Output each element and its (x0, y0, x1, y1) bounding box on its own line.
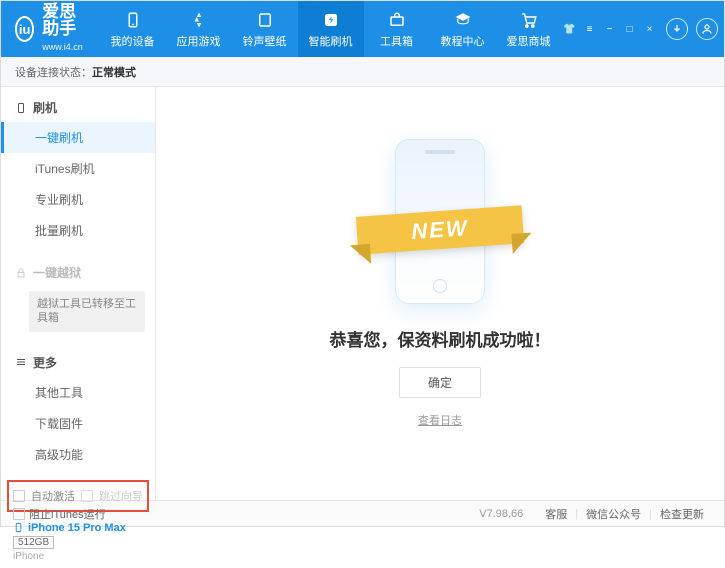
checkbox-block-itunes[interactable] (13, 508, 25, 520)
nav-label: 应用游戏 (177, 33, 221, 49)
main-nav: 我的设备 应用游戏 铃声壁纸 智能刷机 工具箱 教程中心 爱思商城 (100, 1, 562, 57)
sidebar-item-pro-flash[interactable]: 专业刷机 (1, 184, 155, 215)
sidebar: 刷机 一键刷机 iTunes刷机 专业刷机 批量刷机 一键越狱 越狱工具已转移至… (1, 87, 156, 500)
sidebar-item-advanced[interactable]: 高级功能 (1, 439, 155, 470)
nav-my-device[interactable]: 我的设备 (100, 1, 166, 57)
nav-toolbox[interactable]: 工具箱 (364, 1, 430, 57)
apps-icon (189, 10, 209, 30)
music-icon (255, 10, 275, 30)
device-type: iPhone (13, 551, 143, 562)
sidebar-item-itunes-flash[interactable]: iTunes刷机 (1, 153, 155, 184)
nav-label: 铃声壁纸 (243, 33, 287, 49)
phone-icon (123, 10, 143, 30)
device-info: iPhone 15 Pro Max 512GB iPhone (1, 516, 155, 568)
main-content: NEW 恭喜您，保资料刷机成功啦！ 确定 查看日志 (156, 87, 724, 500)
sidebar-head-more[interactable]: 更多 (1, 348, 155, 377)
window-controls: 👕 ≡ − □ × (562, 22, 658, 36)
view-log-link[interactable]: 查看日志 (418, 412, 462, 428)
maximize-icon[interactable]: □ (622, 22, 638, 36)
nav-label: 智能刷机 (309, 33, 353, 49)
status-mode: 正常模式 (92, 64, 136, 80)
nav-store[interactable]: 爱思商城 (496, 1, 562, 57)
sidebar-item-oneclick-flash[interactable]: 一键刷机 (1, 122, 155, 153)
footer-link-update[interactable]: 检查更新 (660, 506, 704, 522)
graduate-icon (453, 10, 473, 30)
menu-icon[interactable]: ≡ (582, 22, 598, 36)
version-label: V7.98.66 (479, 508, 523, 520)
cart-icon (519, 10, 539, 30)
toolbox-icon (387, 10, 407, 30)
sidebar-item-other-tools[interactable]: 其他工具 (1, 377, 155, 408)
close-icon[interactable]: × (642, 22, 658, 36)
app-title: 爱思助手 (42, 3, 89, 37)
checkbox-auto-activate[interactable] (13, 490, 25, 502)
sidebar-item-download-firmware[interactable]: 下载固件 (1, 408, 155, 439)
status-prefix: 设备连接状态： (15, 64, 92, 80)
ok-button[interactable]: 确定 (399, 367, 481, 398)
user-button[interactable] (696, 18, 718, 40)
logo: iu 爱思助手 www.i4.cn (1, 3, 100, 55)
nav-label: 工具箱 (380, 33, 413, 49)
sidebar-head-jailbreak: 一键越狱 (1, 258, 155, 287)
sidebar-item-batch-flash[interactable]: 批量刷机 (1, 215, 155, 246)
new-ribbon: NEW (356, 205, 524, 254)
checkbox-label: 自动激活 (31, 488, 75, 504)
sidebar-jailbreak-notice: 越狱工具已转移至工具箱 (29, 291, 145, 332)
nav-label: 我的设备 (111, 33, 155, 49)
footer-link-support[interactable]: 客服 (545, 506, 567, 522)
skin-icon[interactable]: 👕 (562, 22, 578, 36)
checkbox-label: 跳过向导 (99, 488, 143, 504)
status-bar: 设备连接状态： 正常模式 (1, 57, 724, 87)
nav-ringtones[interactable]: 铃声壁纸 (232, 1, 298, 57)
sidebar-head-flash[interactable]: 刷机 (1, 93, 155, 122)
block-itunes-label: 阻止iTunes运行 (29, 506, 106, 522)
checkbox-skip-wizard[interactable] (81, 490, 93, 502)
nav-apps[interactable]: 应用游戏 (166, 1, 232, 57)
download-button[interactable] (666, 18, 688, 40)
minimize-icon[interactable]: − (602, 22, 618, 36)
device-name[interactable]: iPhone 15 Pro Max (13, 522, 143, 534)
nav-label: 教程中心 (441, 33, 485, 49)
success-illustration: NEW (395, 139, 485, 304)
success-message: 恭喜您，保资料刷机成功啦！ (330, 326, 551, 351)
device-storage: 512GB (13, 536, 54, 549)
footer-link-wechat[interactable]: 微信公众号 (586, 506, 641, 522)
nav-flash[interactable]: 智能刷机 (298, 1, 364, 57)
flash-icon (321, 10, 341, 30)
nav-tutorials[interactable]: 教程中心 (430, 1, 496, 57)
app-subtitle: www.i4.cn (42, 42, 83, 52)
logo-icon: iu (15, 16, 34, 42)
nav-label: 爱思商城 (507, 33, 551, 49)
